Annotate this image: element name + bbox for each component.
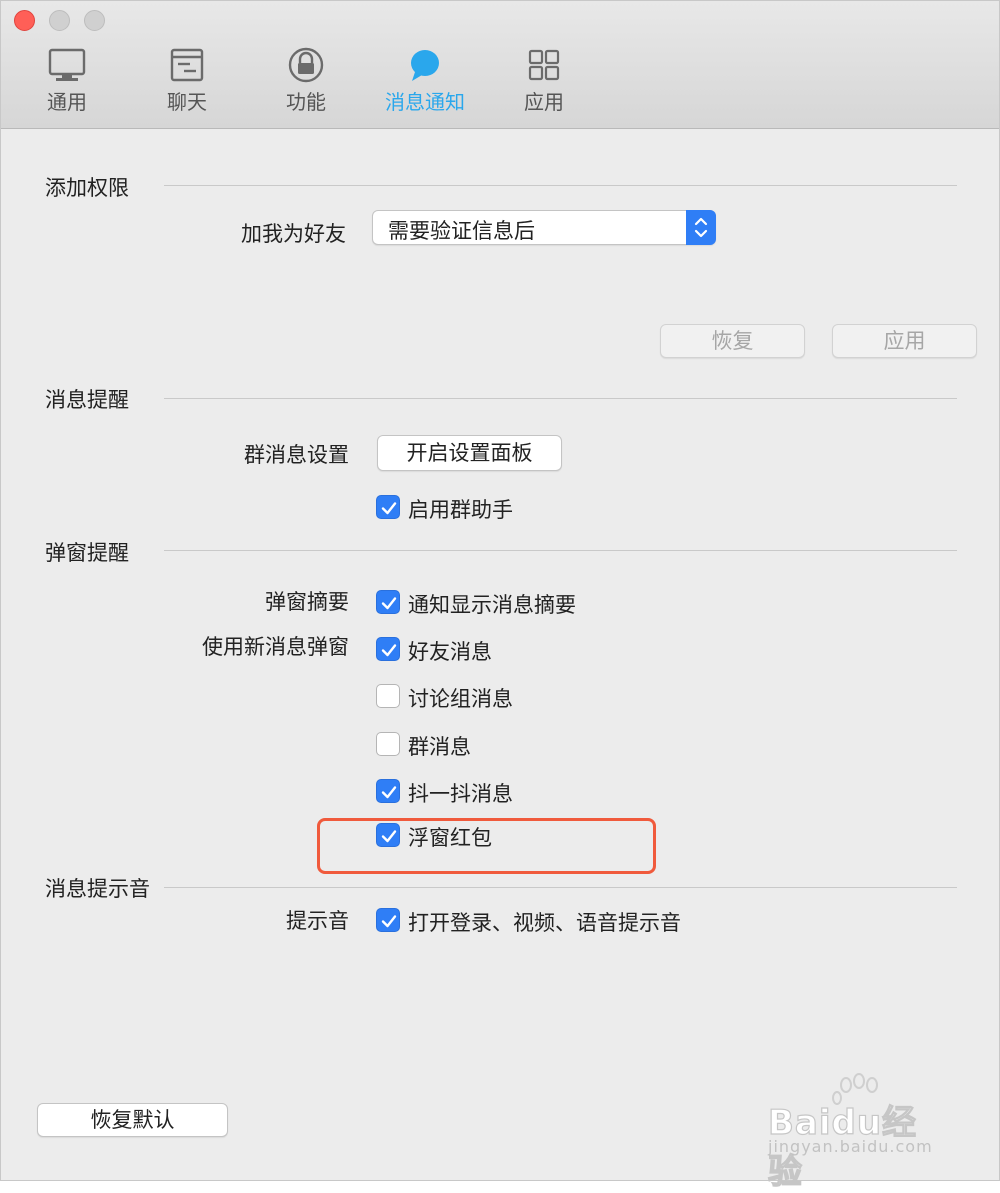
friend-message-label: 好友消息 [408, 640, 492, 664]
tab-label: 消息通知 [385, 90, 465, 114]
restore-button[interactable]: 恢复 [660, 324, 805, 358]
popup-section-title: 弹窗提醒 [45, 541, 129, 565]
section-divider [164, 887, 957, 888]
section-divider [164, 550, 957, 551]
popup-summary-label: 弹窗摘要 [265, 590, 349, 614]
discussion-message-checkbox[interactable] [376, 684, 400, 708]
new-popup-label: 使用新消息弹窗 [202, 635, 349, 659]
shake-message-label: 抖一抖消息 [408, 782, 513, 806]
tab-notifications[interactable]: 消息通知 [375, 45, 475, 121]
highlight-annotation-box [317, 818, 656, 874]
updown-chevron-icon [686, 210, 716, 245]
tone-label: 提示音 [286, 909, 349, 933]
close-window-button[interactable] [14, 10, 35, 31]
shake-message-checkbox[interactable] [376, 779, 400, 803]
permissions-section-title: 添加权限 [45, 176, 129, 200]
tab-features[interactable]: 功能 [256, 45, 356, 121]
add-friend-select-value: 需要验证信息后 [388, 219, 535, 243]
chat-window-icon [137, 45, 237, 89]
sound-section-title: 消息提示音 [45, 877, 150, 901]
apply-button[interactable]: 应用 [832, 324, 977, 358]
preferences-toolbar: 通用 聊天 功能 消息通知 应用 [1, 1, 999, 129]
checkmark-icon [381, 502, 397, 515]
group-message-label: 群消息 [408, 735, 471, 759]
tab-general[interactable]: 通用 [17, 45, 117, 121]
discussion-message-label: 讨论组消息 [408, 687, 513, 711]
tab-label: 功能 [286, 90, 326, 114]
watermark-url: jingyan.baidu.com [768, 1137, 933, 1156]
tone-option-label: 打开登录、视频、语音提示音 [408, 911, 681, 935]
enable-group-helper-checkbox[interactable] [376, 495, 400, 519]
tab-label: 聊天 [167, 90, 207, 114]
tab-apps[interactable]: 应用 [494, 45, 594, 121]
tone-checkbox[interactable] [376, 908, 400, 932]
restore-default-button[interactable]: 恢复默认 [37, 1103, 228, 1137]
friend-message-checkbox[interactable] [376, 637, 400, 661]
group-message-checkbox[interactable] [376, 732, 400, 756]
show-summary-checkbox[interactable] [376, 590, 400, 614]
section-divider [164, 185, 957, 186]
section-divider [164, 398, 957, 399]
add-friend-label: 加我为好友 [241, 222, 346, 246]
group-settings-label: 群消息设置 [244, 443, 349, 467]
show-summary-label: 通知显示消息摘要 [408, 593, 576, 617]
add-friend-select[interactable]: 需要验证信息后 [372, 210, 716, 245]
grid-icon [494, 45, 594, 89]
baidu-jingyan-watermark: Baidu经验 jingyan.baidu.com [766, 1071, 951, 1193]
speech-bubble-icon [375, 45, 475, 89]
reminder-section-title: 消息提醒 [45, 388, 129, 412]
minimize-window-button[interactable] [49, 10, 70, 31]
checkmark-icon [381, 915, 397, 928]
monitor-icon [17, 45, 117, 89]
zoom-window-button[interactable] [84, 10, 105, 31]
checkmark-icon [381, 597, 397, 610]
checkmark-icon [381, 786, 397, 799]
tab-chat[interactable]: 聊天 [137, 45, 237, 121]
lock-icon [256, 45, 356, 89]
tab-label: 通用 [47, 90, 87, 114]
open-settings-panel-button[interactable]: 开启设置面板 [377, 435, 562, 471]
tab-label: 应用 [524, 90, 564, 114]
enable-group-helper-label: 启用群助手 [408, 498, 513, 522]
checkmark-icon [381, 644, 397, 657]
preferences-window: 通用 聊天 功能 消息通知 应用 添加权限 加我为好友 需要验证信息后 恢复 应… [0, 0, 1000, 1193]
